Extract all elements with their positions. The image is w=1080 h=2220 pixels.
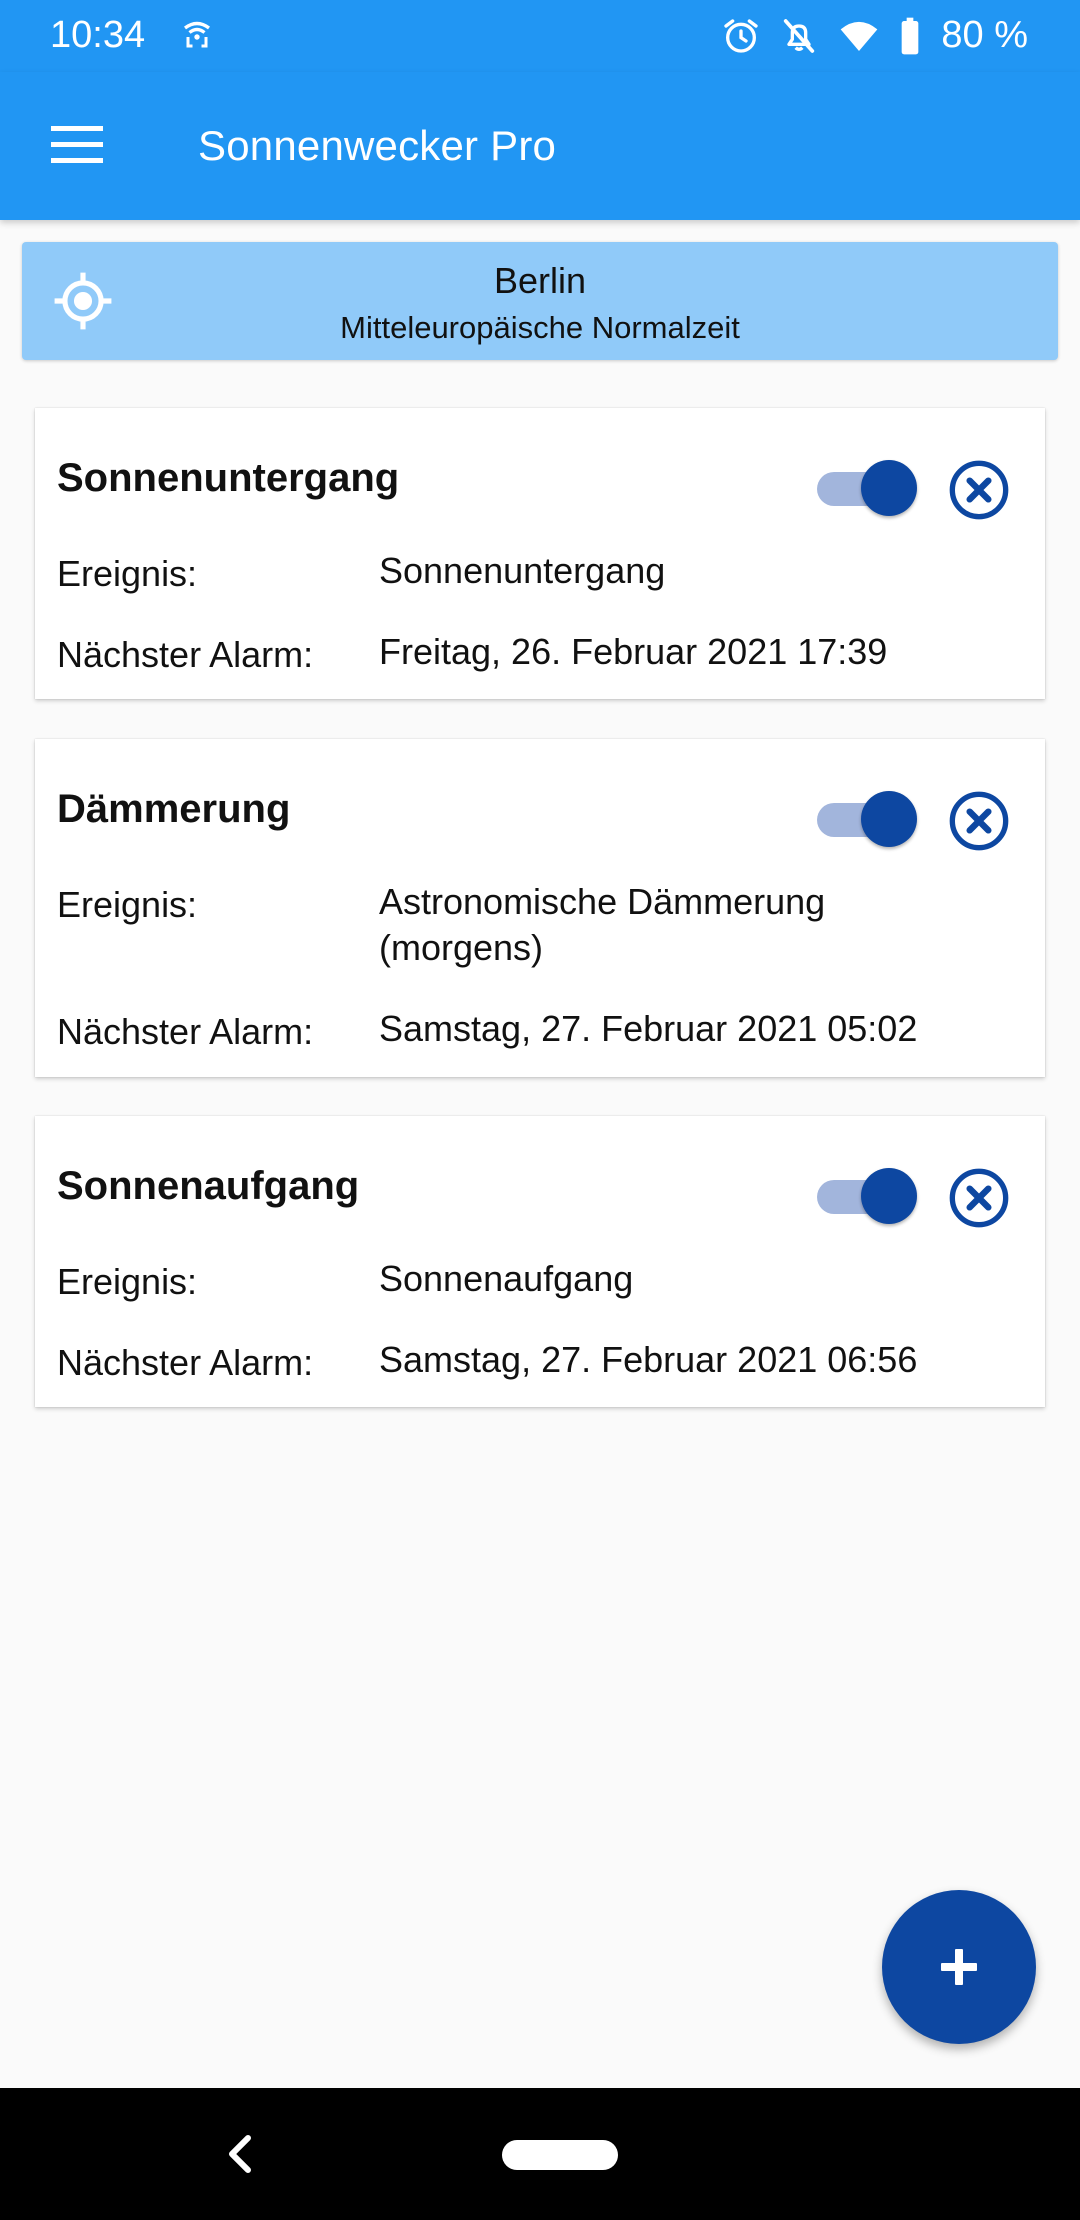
alarm-title: Dämmerung <box>57 787 291 831</box>
next-alarm-label: Nächster Alarm: <box>57 1342 314 1383</box>
status-time: 10:34 <box>50 14 146 56</box>
next-alarm-value: Samstag, 27. Februar 2021 06:56 <box>379 1339 918 1380</box>
next-alarm-value: Samstag, 27. Februar 2021 05:02 <box>379 1008 918 1049</box>
delete-alarm-button[interactable] <box>947 789 1011 853</box>
alarm-toggle[interactable] <box>803 457 933 517</box>
delete-alarm-button[interactable] <box>947 458 1011 522</box>
app-bar: Sonnenwecker Pro <box>0 72 1080 220</box>
alarm-card[interactable]: Sonnenuntergang Ereignis: Sonnenuntergan… <box>35 408 1045 699</box>
next-alarm-value: Freitag, 26. Februar 2021 17:39 <box>379 631 888 672</box>
location-timezone: Mitteleuropäische Normalzeit <box>340 310 740 345</box>
location-city: Berlin <box>493 260 587 301</box>
delete-alarm-button[interactable] <box>947 1166 1011 1230</box>
add-alarm-button[interactable] <box>882 1890 1036 2044</box>
home-pill[interactable] <box>502 2140 618 2170</box>
event-label: Ereignis: <box>57 553 198 594</box>
alarm-title: Sonnenuntergang <box>57 456 400 500</box>
toggle-thumb <box>861 791 917 847</box>
menu-button[interactable] <box>46 114 108 176</box>
system-nav-bar <box>0 2088 1080 2220</box>
plus-icon <box>941 1949 977 1985</box>
alarm-card[interactable]: Dämmerung Ereignis: Astronomische Dämmer… <box>35 739 1045 1077</box>
alarm-toggle[interactable] <box>803 788 933 848</box>
bell-off-icon <box>784 18 815 53</box>
battery-percent: 80 % <box>941 14 1028 56</box>
event-value: Sonnenaufgang <box>379 1258 634 1299</box>
event-value: Sonnenuntergang <box>379 550 666 591</box>
alarm-title: Sonnenaufgang <box>57 1164 360 1208</box>
status-icons: 80 % <box>721 14 1028 57</box>
next-alarm-label: Nächster Alarm: <box>57 634 314 675</box>
event-label: Ereignis: <box>57 1261 198 1302</box>
back-icon[interactable] <box>222 2130 258 2178</box>
location-bar[interactable]: Berlin Mitteleuropäische Normalzeit <box>22 242 1058 360</box>
alarm-card[interactable]: Sonnenaufgang Ereignis: Sonnenaufgang Nä… <box>35 1116 1045 1407</box>
toggle-thumb <box>861 1168 917 1224</box>
next-alarm-label: Nächster Alarm: <box>57 1011 314 1052</box>
alarm-toggle[interactable] <box>803 1165 933 1225</box>
event-label: Ereignis: <box>57 884 198 925</box>
event-value: Astronomische Dämmerung (morgens) <box>379 881 826 968</box>
app-title: Sonnenwecker Pro <box>198 122 557 169</box>
battery-icon <box>902 17 919 54</box>
status-bar: 10:34 80 % <box>0 0 1080 72</box>
wifi-call-icon <box>184 21 210 48</box>
wifi-icon <box>841 21 878 51</box>
hamburger-menu-icon <box>51 126 103 163</box>
toggle-thumb <box>861 460 917 516</box>
alarm-clock-icon <box>724 18 759 53</box>
